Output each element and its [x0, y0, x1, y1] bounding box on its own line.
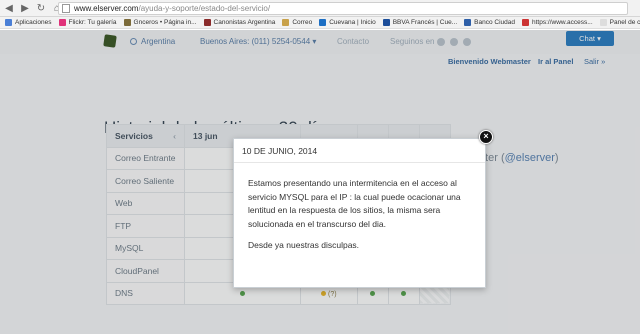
incident-modal: 10 DE JUNIO, 2014 Estamos presentando un… — [233, 138, 486, 288]
reload-icon[interactable]: ↻ — [34, 1, 48, 15]
bookmark-item[interactable]: Correo — [282, 19, 312, 26]
bookmark-item[interactable]: Panel de control — [599, 19, 640, 26]
bookmark-label: Canonistas Argentina — [213, 19, 276, 26]
incident-message: Estamos presentando una intermitencia en… — [248, 178, 461, 229]
bookmark-item[interactable]: Banco Ciudad — [464, 19, 515, 26]
page-icon — [203, 19, 211, 26]
page-icon — [123, 19, 131, 26]
page-icon — [319, 19, 327, 26]
close-icon[interactable]: × — [479, 130, 493, 144]
bookmark-label: Gnceros • Página in... — [133, 19, 197, 26]
page-icon — [464, 19, 472, 26]
modal-date: 10 DE JUNIO, 2014 — [234, 139, 485, 163]
bookmark-item[interactable]: https://www.access... — [521, 19, 593, 26]
bookmark-label: Banco Ciudad — [474, 19, 515, 26]
bookmark-label: Flickr: Tu galería — [68, 19, 117, 26]
bookmark-item[interactable]: Aplicaciones — [5, 19, 52, 26]
forward-icon[interactable]: ▶ — [18, 1, 32, 15]
bookmark-label: Correo — [292, 19, 313, 26]
mail-icon — [282, 19, 290, 26]
flickr-icon — [58, 19, 66, 26]
back-icon[interactable]: ◀ — [2, 1, 16, 15]
apology-text: Desde ya nuestras disculpas. — [248, 240, 360, 250]
bookmark-label: BBVA Francés | Cue... — [392, 19, 458, 26]
bookmark-label: Cuevana | Inicio — [329, 19, 376, 26]
url-path: /ayuda-y-soporte/estado-del-servicio/ — [138, 4, 271, 13]
page-icon — [62, 4, 70, 13]
bookmark-item[interactable]: Gnceros • Página in... — [123, 19, 197, 26]
bookmark-item[interactable]: Cuevana | Inicio — [319, 19, 376, 26]
page-icon — [382, 19, 390, 26]
bookmark-label: https://www.access... — [531, 19, 593, 26]
url-host: www.elserver.com — [74, 4, 139, 13]
page-icon — [521, 19, 529, 26]
browser-toolbar: ◀ ▶ ↻ ⌂ www.elserver.com/ayuda-y-soporte… — [0, 0, 640, 17]
bookmark-label: Panel de control — [609, 19, 640, 26]
modal-body: Estamos presentando una intermitencia en… — [234, 163, 485, 253]
bookmark-item[interactable]: Flickr: Tu galería — [58, 19, 117, 26]
url-bar[interactable]: www.elserver.com/ayuda-y-soporte/estado-… — [58, 2, 628, 15]
apps-icon — [5, 19, 12, 26]
bookmarks-bar: Aplicaciones Flickr: Tu galería Gnceros • … — [0, 17, 640, 29]
document-icon — [599, 19, 607, 26]
bookmark-item[interactable]: Canonistas Argentina — [203, 19, 276, 26]
bookmark-item[interactable]: BBVA Francés | Cue... — [382, 19, 458, 26]
bookmark-label: Aplicaciones — [15, 19, 52, 26]
